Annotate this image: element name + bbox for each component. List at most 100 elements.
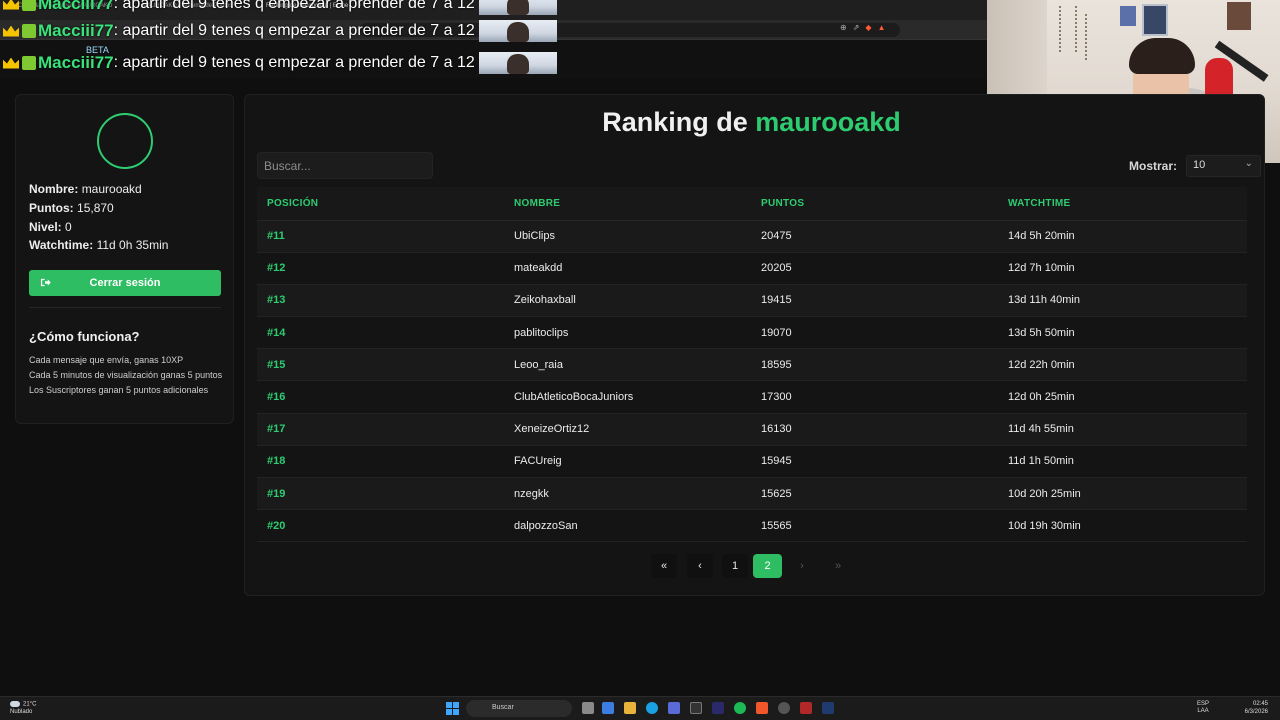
- page-title: Ranking de maurooakd: [245, 107, 1258, 138]
- brave-icon[interactable]: [756, 702, 768, 714]
- table-row: #16 ClubAtleticoBocaJuniors 17300 12d 0h…: [257, 380, 1247, 414]
- windows-start-icon[interactable]: [446, 702, 459, 715]
- app-icon[interactable]: [800, 702, 812, 714]
- cell-name: pablitoclips: [504, 316, 751, 350]
- page-button-2-current[interactable]: 2: [753, 554, 782, 578]
- browser-toolbar-icons: ⊕⇗◆▲: [840, 23, 891, 32]
- cell-points: 15945: [751, 445, 998, 479]
- page-button-1[interactable]: 1: [722, 554, 748, 578]
- chat-text: apartir del 9 tenes q empezar a prender …: [122, 22, 475, 39]
- cell-name: Leoo_raia: [504, 348, 751, 382]
- webcam-decor: [1085, 14, 1101, 60]
- brave-rewards-icon[interactable]: ▲: [878, 23, 892, 32]
- table-row: #15 Leoo_raia 18595 12d 22h 0min: [257, 348, 1247, 382]
- cell-position: #17: [257, 413, 504, 446]
- cell-watchtime: 11d 1h 50min: [998, 445, 1247, 479]
- column-header-name[interactable]: NOMBRE: [504, 187, 751, 221]
- crown-badge-icon: [3, 0, 19, 10]
- how-it-works-line: Los Suscriptores ganan 5 puntos adiciona…: [29, 385, 209, 395]
- chat-username: Macciii77: [38, 0, 114, 13]
- webcam-poster: [1142, 4, 1168, 36]
- widgets-icon[interactable]: [602, 702, 614, 714]
- next-page-button[interactable]: ›: [789, 554, 815, 578]
- chat-text: apartir del 9 tenes q empezar a prender …: [122, 0, 475, 12]
- page-size-select[interactable]: 10 ⌄: [1186, 155, 1261, 177]
- webcam-decor: [1059, 6, 1077, 52]
- cell-position: #14: [257, 316, 504, 350]
- profile-level: Nivel: 0: [29, 220, 72, 234]
- temperature: 21°C: [23, 701, 37, 708]
- app-icon[interactable]: [712, 702, 724, 714]
- table-row: #18 FACUreig 15945 11d 1h 50min: [257, 445, 1247, 479]
- cell-position: #13: [257, 284, 504, 318]
- search-input[interactable]: [257, 152, 433, 179]
- page-number: 1: [731, 560, 739, 572]
- cell-position: #12: [257, 252, 504, 285]
- clock-date: 6/3/2026: [1244, 709, 1268, 715]
- task-view-icon[interactable]: [582, 702, 594, 714]
- streamer-hair: [1129, 38, 1195, 74]
- table-row: #17 XeneizeOrtiz12 16130 11d 4h 55min: [257, 413, 1247, 446]
- ranking-panel: Ranking de maurooakd Mostrar: 10 ⌄ POSIC…: [244, 94, 1265, 596]
- show-label: Mostrar:: [1129, 159, 1178, 173]
- cell-position: #11: [257, 220, 504, 253]
- table-row: #20 dalpozzoSan 15565 10d 19h 30min: [257, 509, 1247, 543]
- app-icon[interactable]: [778, 702, 790, 714]
- cell-position: #16: [257, 380, 504, 414]
- title-prefix: Ranking de: [602, 107, 748, 137]
- sub-badge-icon: [22, 0, 36, 11]
- system-clock[interactable]: 02:45 6/3/2026: [1245, 700, 1268, 716]
- cell-watchtime: 10d 19h 30min: [998, 509, 1247, 543]
- cell-points: 15565: [751, 509, 998, 543]
- chat-emote-image: [478, 52, 557, 74]
- table-row: #11 UbiClips 20475 14d 5h 20min: [257, 220, 1247, 253]
- double-chevron-left-icon: «: [660, 560, 668, 572]
- chat-text: apartir del 9 tenes q empezar a prender …: [122, 54, 475, 71]
- edge-icon[interactable]: [646, 702, 658, 714]
- first-page-button[interactable]: «: [651, 554, 677, 578]
- app-icon[interactable]: [690, 702, 702, 714]
- chevron-down-icon: ⌄: [1244, 158, 1253, 169]
- column-header-position[interactable]: POSICIÓN: [257, 187, 504, 221]
- cell-name: UbiClips: [504, 220, 751, 253]
- column-header-watchtime[interactable]: WATCHTIME: [998, 187, 1247, 221]
- prev-page-button[interactable]: ‹: [687, 554, 713, 578]
- photoshop-icon[interactable]: [822, 702, 834, 714]
- share-icon[interactable]: ⇗: [853, 23, 866, 32]
- language-indicator[interactable]: ESP LAA: [1197, 701, 1209, 715]
- logout-button[interactable]: Cerrar sesión: [29, 270, 221, 296]
- cell-watchtime: 12d 22h 0min: [998, 348, 1247, 382]
- zoom-icon[interactable]: ⊕: [840, 23, 853, 32]
- spotify-icon[interactable]: [734, 702, 746, 714]
- ranking-table: POSICIÓN NOMBRE PUNTOS WATCHTIME #11 Ubi…: [257, 187, 1247, 543]
- how-it-works-title: ¿Cómo funciona?: [29, 329, 140, 344]
- avatar: [97, 113, 153, 169]
- column-header-points[interactable]: PUNTOS: [751, 187, 998, 221]
- cell-position: #19: [257, 477, 504, 511]
- cell-points: 19415: [751, 284, 998, 318]
- page-number: 2: [764, 560, 771, 572]
- brave-shield-icon[interactable]: ◆: [865, 23, 877, 32]
- how-it-works-line: Cada 5 minutos de visualización ganas 5 …: [29, 370, 223, 380]
- profile-watchtime: Watchtime: 11d 0h 35min: [29, 238, 169, 252]
- cell-points: 20205: [751, 252, 998, 285]
- cell-watchtime: 11d 4h 55min: [998, 413, 1247, 446]
- cell-position: #20: [257, 509, 504, 543]
- table-row: #19 nzegkk 15625 10d 20h 25min: [257, 477, 1247, 511]
- cell-name: nzegkk: [504, 477, 751, 511]
- logout-label: Cerrar sesión: [89, 277, 161, 289]
- last-page-button[interactable]: »: [825, 554, 851, 578]
- clock-time: 02:45: [1252, 701, 1268, 707]
- cell-name: mateakdd: [504, 252, 751, 285]
- chat-message: Macciii77: apartir del 9 tenes q empezar…: [0, 17, 557, 45]
- taskbar-search[interactable]: Buscar: [466, 700, 572, 717]
- chat-separator: :: [113, 0, 119, 12]
- divider: [29, 307, 221, 308]
- app-icon[interactable]: [668, 702, 680, 714]
- cell-points: 16130: [751, 413, 998, 446]
- double-chevron-right-icon: »: [834, 560, 842, 572]
- profile-panel: Nombre: maurooakd Puntos: 15,870 Nivel: …: [15, 94, 234, 424]
- file-explorer-icon[interactable]: [624, 702, 636, 714]
- cell-position: #15: [257, 348, 504, 382]
- weather-widget[interactable]: 21°C Nublado: [10, 701, 36, 716]
